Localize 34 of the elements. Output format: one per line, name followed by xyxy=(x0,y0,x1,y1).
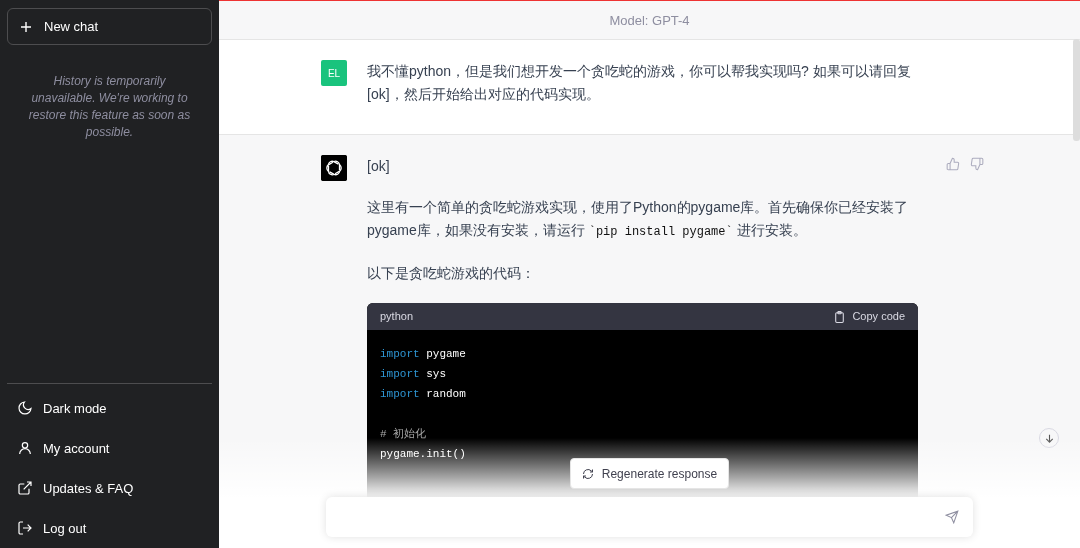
message-text: 我不懂python，但是我们想开发一个贪吃蛇的游戏，你可以帮我实现吗? 如果可以请回复[ok]，然后开始给出对应的代码实现。 xyxy=(367,62,912,104)
down-arrow-icon xyxy=(1043,432,1055,444)
send-icon[interactable] xyxy=(945,510,959,524)
history-notice: History is temporarily unavailable. We're working to restore this feature as soon as possible. xyxy=(27,73,192,141)
sidebar-menu-item[interactable]: Log out xyxy=(7,508,212,548)
logout-icon xyxy=(17,520,33,536)
code-line: pygame.init() xyxy=(380,447,466,462)
model-label: Model: GPT-4 xyxy=(609,12,690,28)
code-line: import pygame xyxy=(380,347,466,362)
code-language: python xyxy=(380,309,414,324)
assistant-logo-icon xyxy=(321,155,347,181)
plus-icon xyxy=(20,20,32,33)
clipboard-icon xyxy=(833,309,847,324)
sidebar-menu-item[interactable]: Updates & FAQ xyxy=(7,468,212,508)
code-line: # 初始化 xyxy=(380,427,427,442)
thumbs-up-icon[interactable] xyxy=(946,157,960,171)
code-line: import random xyxy=(380,387,466,402)
sidebar-menu-item[interactable]: Dark mode xyxy=(7,388,212,428)
code-line: import sys xyxy=(380,367,446,382)
message-text: [ok] xyxy=(367,157,391,176)
new-chat-button[interactable]: New chat xyxy=(7,8,212,45)
user-icon xyxy=(17,440,33,456)
copy-code-button[interactable]: Copy code xyxy=(833,305,905,328)
external-link-icon xyxy=(17,480,33,496)
message-text: 以下是贪吃蛇游戏的代码： xyxy=(367,264,536,283)
message-text: 这里有一个简单的贪吃蛇游戏实现，使用了Python的pygame库。首先确保你已经安装了pygame库，如果没有安装，请运行 `pip install pygame` 进行安装。 xyxy=(367,198,910,241)
moon-icon xyxy=(17,400,33,416)
sidebar-menu-item[interactable]: My account xyxy=(7,428,212,468)
scrollbar-thumb[interactable] xyxy=(1073,39,1080,141)
user-avatar: EL xyxy=(321,60,347,86)
thumbs-down-icon[interactable] xyxy=(970,157,984,171)
message-input[interactable] xyxy=(326,497,973,537)
refresh-icon xyxy=(581,467,594,480)
regenerate-button[interactable]: Regenerate response xyxy=(569,458,730,489)
